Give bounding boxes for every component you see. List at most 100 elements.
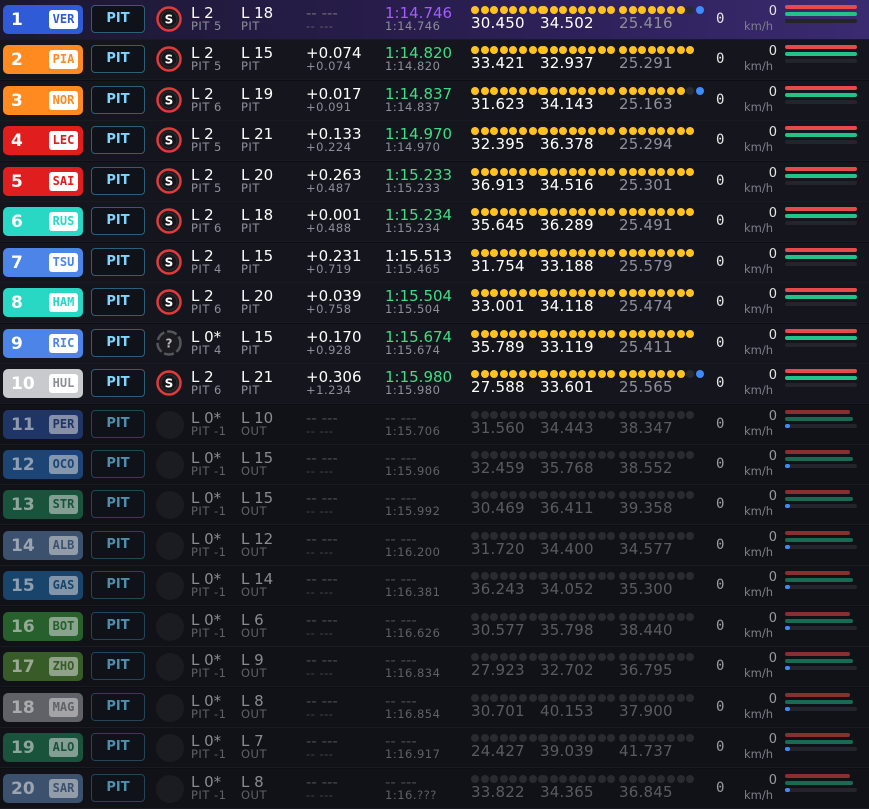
driver-row[interactable]: 11 PER PIT L 0* PIT -1 L 10 OUT -- --- -- --- -- … xyxy=(0,404,869,445)
pit-button[interactable]: PIT xyxy=(91,369,145,398)
team-chip[interactable]: 16 BOT xyxy=(3,611,83,641)
driver-row[interactable]: 15 GAS PIT L 0* PIT -1 L 14 OUT -- --- -- --- -- … xyxy=(0,566,869,607)
team-chip[interactable]: 10 HUL xyxy=(3,369,83,399)
pit-button[interactable]: PIT xyxy=(91,449,145,478)
pit-button[interactable]: PIT xyxy=(91,328,145,357)
drs-indicator xyxy=(785,747,790,752)
driver-row[interactable]: 20 SAR PIT L 0* PIT -1 L 8 OUT -- --- -- --- -- -… xyxy=(0,768,869,809)
minisector-dot xyxy=(490,410,499,419)
pit-button[interactable]: PIT xyxy=(91,652,145,681)
minisector-dot xyxy=(619,410,627,419)
team-chip[interactable]: 1 VER xyxy=(3,5,83,34)
minisector-dot xyxy=(480,127,489,136)
best-lap-time: 1:15.706 xyxy=(385,423,441,438)
team-chip[interactable]: 4 LEC xyxy=(3,126,83,156)
team-chip[interactable]: 6 RUS xyxy=(3,207,83,237)
pit-button[interactable]: PIT xyxy=(91,126,145,155)
lap-status: PIT xyxy=(241,99,260,114)
team-chip[interactable]: 7 TSU xyxy=(3,247,83,277)
team-chip[interactable]: 13 STR xyxy=(3,490,83,520)
driver-row[interactable]: 17 ZHO PIT L 0* PIT -1 L 9 OUT -- --- -- --- -- -… xyxy=(0,647,869,688)
minisector-dot xyxy=(519,531,527,540)
minisector-dot xyxy=(667,450,675,459)
gear-indicator: 0 xyxy=(716,213,725,230)
driver-row[interactable]: 8 HAM PIT S L 2 PIT 6L 20 PIT +0.039 +0.758 1:15.… xyxy=(0,283,869,324)
driver-row[interactable]: 19 ALO PIT L 0* PIT -1 L 7 OUT -- --- -- --- -- -… xyxy=(0,728,869,769)
minisector-dot xyxy=(628,450,637,459)
team-chip[interactable]: 17 ZHO xyxy=(3,652,83,682)
minisector-dot xyxy=(519,572,527,581)
minisector-dot xyxy=(638,248,647,257)
minisector-dot xyxy=(597,450,606,459)
sector-2-time: 33.601 xyxy=(540,378,594,397)
driver-row[interactable]: 14 ALB PIT L 0* PIT -1 L 12 OUT -- --- -- --- -- … xyxy=(0,525,869,566)
minisector-dot xyxy=(647,6,656,14)
pit-button[interactable]: PIT xyxy=(91,611,145,640)
minisector-dot xyxy=(528,410,537,419)
driver-row[interactable]: 4 LEC PIT S L 2 PIT 5L 21 PIT +0.133 +0.224 1:14.… xyxy=(0,121,869,162)
driver-row[interactable]: 10 HUL PIT S L 2 PIT 6L 21 PIT +0.306 +1.234 1:15… xyxy=(0,364,869,405)
pit-button[interactable]: PIT xyxy=(91,247,145,276)
team-chip[interactable]: 11 PER xyxy=(3,409,83,439)
sector-2-time: 32.702 xyxy=(540,661,594,680)
minisector-dot xyxy=(568,572,577,581)
team-chip[interactable]: 18 MAG xyxy=(3,692,83,722)
pit-count: PIT -1 xyxy=(191,747,227,762)
pit-button[interactable]: PIT xyxy=(91,85,145,114)
driver-row[interactable]: 1 VER PIT S L 2 PIT 5L 18 PIT -- --- -- --- 1:14.… xyxy=(0,0,869,40)
pit-button[interactable]: PIT xyxy=(91,5,145,33)
driver-row[interactable]: 13 STR PIT L 0* PIT -1 L 15 OUT -- --- -- --- -- … xyxy=(0,485,869,526)
pit-button[interactable]: PIT xyxy=(91,45,145,74)
minisector-dot xyxy=(647,531,656,540)
driver-row[interactable]: 5 SAI PIT S L 2 PIT 5L 20 PIT +0.263 +0.487 1:15.… xyxy=(0,161,869,202)
minisector-dot xyxy=(480,46,489,55)
pit-button[interactable]: PIT xyxy=(91,773,145,802)
minisector-dot xyxy=(559,531,568,540)
driver-row[interactable]: 3 NOR PIT S L 2 PIT 6L 19 PIT +0.017 +0.091 1:14.… xyxy=(0,80,869,121)
driver-row[interactable]: 9 RIC PIT? L 0* PIT 4L 15 PIT +0.170 +0.928 1:15… xyxy=(0,323,869,364)
pit-button[interactable]: PIT xyxy=(91,733,145,762)
pit-button[interactable]: PIT xyxy=(91,409,145,438)
minisector-dot xyxy=(540,734,548,743)
pit-button[interactable]: PIT xyxy=(91,288,145,317)
team-chip[interactable]: 15 GAS xyxy=(3,571,83,601)
sector-3-time: 25.416 xyxy=(619,14,673,32)
team-chip[interactable]: 2 PIA xyxy=(3,45,83,75)
minisector-dot xyxy=(607,127,616,136)
team-chip[interactable]: 20 SAR xyxy=(3,773,83,803)
minisector-dot xyxy=(471,248,479,257)
minisector-dot xyxy=(686,6,695,14)
team-chip[interactable]: 3 NOR xyxy=(3,85,83,115)
minisector-dot xyxy=(638,6,647,14)
driver-row[interactable]: 18 MAG PIT L 0* PIT -1 L 8 OUT -- --- -- --- -- -… xyxy=(0,687,869,728)
minisector-dot xyxy=(490,491,499,500)
team-chip[interactable]: 19 ALO xyxy=(3,733,83,763)
minisector-dot xyxy=(667,208,675,217)
driver-row[interactable]: 7 TSU PIT S L 2 PIT 4L 15 PIT +0.231 +0.719 1:15.… xyxy=(0,242,869,283)
minisector-dot xyxy=(619,612,627,621)
pit-button[interactable]: PIT xyxy=(91,207,145,236)
minisector-dot xyxy=(471,653,479,662)
pit-button[interactable]: PIT xyxy=(91,166,145,195)
pit-button[interactable]: PIT xyxy=(91,571,145,600)
pit-button[interactable]: PIT xyxy=(91,692,145,721)
minisector-dot xyxy=(647,774,656,783)
minisector-dot xyxy=(528,46,537,55)
driver-row[interactable]: 12 OCO PIT L 0* PIT -1 L 15 OUT -- --- -- --- -- … xyxy=(0,444,869,485)
pit-button[interactable]: PIT xyxy=(91,530,145,559)
driver-row[interactable]: 2 PIA PIT S L 2 PIT 5L 15 PIT +0.074 +0.074 1:14.… xyxy=(0,40,869,81)
team-chip[interactable]: 12 OCO xyxy=(3,449,83,479)
driver-row[interactable]: 6 RUS PIT S L 2 PIT 6L 18 PIT +0.001 +0.488 1:15.… xyxy=(0,202,869,243)
minisector-dot xyxy=(480,734,489,743)
sector-1-time: 31.560 xyxy=(471,418,525,437)
team-chip[interactable]: 14 ALB xyxy=(3,530,83,560)
team-chip[interactable]: 9 RIC xyxy=(3,328,83,358)
team-chip[interactable]: 8 HAM xyxy=(3,288,83,318)
sector-2-time: 34.143 xyxy=(540,94,594,113)
minisector-dot xyxy=(519,86,527,95)
pit-button[interactable]: PIT xyxy=(91,490,145,519)
minisector-dot xyxy=(559,208,568,217)
team-chip[interactable]: 5 SAI xyxy=(3,166,83,196)
driver-row[interactable]: 16 BOT PIT L 0* PIT -1 L 6 OUT -- --- -- --- -- -… xyxy=(0,606,869,647)
minisector-dot xyxy=(509,734,518,743)
